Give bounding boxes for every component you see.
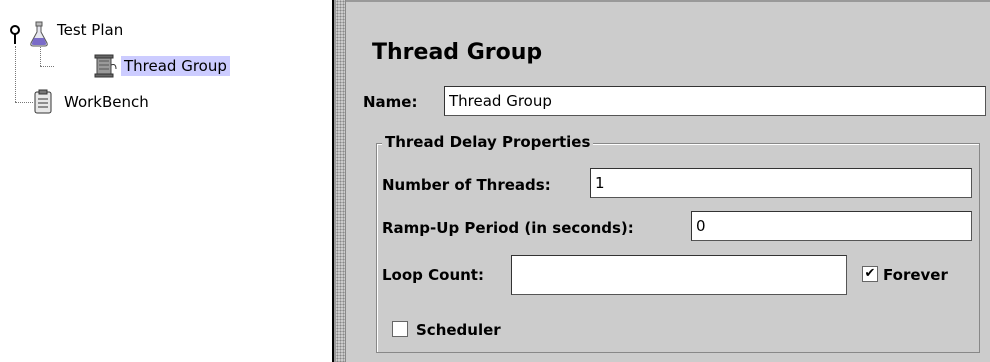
tree-panel: Test Plan Thread Group WorkBench xyxy=(0,0,334,362)
scheduler-checkbox[interactable] xyxy=(392,321,408,337)
name-field[interactable] xyxy=(444,86,986,116)
threads-label: Number of Threads: xyxy=(382,176,551,194)
tree-item-test-plan[interactable]: Test Plan xyxy=(28,21,126,47)
threads-field[interactable] xyxy=(590,168,972,198)
tree-item-label: Test Plan xyxy=(57,21,124,39)
forever-checkbox[interactable]: ✔ xyxy=(862,266,878,282)
tree-connector xyxy=(40,66,54,67)
split-pane-divider[interactable] xyxy=(334,0,346,362)
tree-connector xyxy=(15,46,16,102)
spool-icon xyxy=(94,54,117,78)
tree-expand-handle-icon[interactable] xyxy=(9,24,21,46)
name-label: Name: xyxy=(363,93,418,111)
rampup-label: Ramp-Up Period (in seconds): xyxy=(382,219,634,237)
loop-count-field[interactable] xyxy=(511,255,847,295)
panel-title: Thread Group xyxy=(372,40,543,65)
tree-connector xyxy=(15,102,33,103)
clipboard-icon xyxy=(34,89,52,114)
tree-item-workbench[interactable]: WorkBench xyxy=(33,89,152,115)
tree-item-label: WorkBench xyxy=(64,93,149,111)
rampup-field[interactable] xyxy=(691,211,972,241)
loop-count-label: Loop Count: xyxy=(382,266,484,284)
thread-group-panel: Thread Group Name: Thread Delay Properti… xyxy=(346,0,990,362)
tree-item-label: Thread Group xyxy=(121,56,230,76)
group-title: Thread Delay Properties xyxy=(382,133,594,151)
flask-icon xyxy=(30,21,48,47)
forever-label: Forever xyxy=(883,266,948,284)
tree-item-thread-group[interactable]: Thread Group xyxy=(94,53,230,79)
scheduler-label: Scheduler xyxy=(416,321,501,339)
check-mark-icon: ✔ xyxy=(864,266,876,281)
